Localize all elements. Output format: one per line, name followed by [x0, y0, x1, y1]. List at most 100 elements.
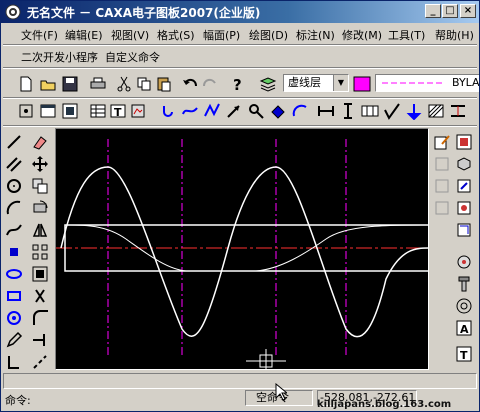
menu-dimension[interactable]: 标注(N) [296, 27, 335, 43]
datum-icon[interactable] [405, 102, 423, 120]
polygon-tool-icon[interactable] [5, 309, 23, 327]
view-tool-icon[interactable]: A [455, 319, 473, 337]
svg-text:?: ? [233, 76, 242, 93]
caxa-app-icon [5, 4, 21, 20]
bolt-icon[interactable] [455, 275, 473, 293]
save-icon[interactable] [61, 75, 79, 93]
arc-tool-icon[interactable] [5, 199, 23, 217]
menu-draw[interactable]: 绘图(D) [249, 27, 288, 43]
new-file-icon[interactable] [17, 75, 35, 93]
command-line-input[interactable] [3, 373, 477, 389]
menu-sheet[interactable]: 幅面(P) [203, 27, 240, 43]
menu-tools[interactable]: 工具(T) [388, 27, 425, 43]
menu-file[interactable]: 文件(F) [21, 27, 58, 43]
title-bar[interactable]: 无名文件 － CAXA电子图板2007(企业版) _ □ × [1, 1, 479, 23]
watermark-text: killjapans.blog.163.com [317, 399, 452, 410]
zigzag-icon[interactable] [203, 102, 221, 120]
help-icon[interactable]: ? [229, 75, 247, 93]
layer-combo-value: 虚线层 [288, 76, 321, 89]
copy-icon[interactable] [135, 75, 153, 93]
menu-secondary-dev[interactable]: 二次开发小程序 [21, 49, 98, 65]
pencil-tool-icon[interactable] [5, 331, 23, 349]
color-swatch-icon[interactable] [353, 75, 371, 93]
snap-icon[interactable] [17, 102, 35, 120]
linetype-preview-icon [382, 82, 442, 84]
extend-tool-icon[interactable] [31, 331, 49, 349]
vertical-dimension-icon[interactable] [339, 102, 357, 120]
menu-help[interactable]: 帮助(H) [435, 27, 474, 43]
scale-tool-icon[interactable] [31, 265, 49, 283]
explode-icon[interactable] [455, 221, 473, 239]
redo-icon[interactable] [201, 75, 219, 93]
fillet-tool-icon[interactable] [31, 309, 49, 327]
close-button[interactable]: × [460, 4, 476, 18]
svg-text:T: T [460, 349, 468, 362]
table-icon[interactable] [89, 102, 107, 120]
cut-icon[interactable] [115, 75, 133, 93]
frame-icon[interactable] [61, 102, 79, 120]
toolbar2-separator [3, 125, 477, 127]
menu-view[interactable]: 视图(V) [111, 27, 149, 43]
trim-tool-icon[interactable] [31, 287, 49, 305]
window-title: 无名文件 － CAXA电子图板2007(企业版) [27, 6, 261, 20]
maximize-button[interactable]: □ [442, 4, 458, 18]
feature-control-icon[interactable] [361, 102, 379, 120]
text-icon[interactable]: T [109, 102, 127, 120]
mouse-pointer-icon [275, 383, 287, 401]
dimension-icon[interactable] [317, 102, 335, 120]
disabled-tool-3-icon [433, 199, 451, 217]
menu-edit[interactable]: 编辑(E) [65, 27, 103, 43]
print-icon[interactable] [89, 75, 107, 93]
magnify-icon[interactable] [247, 102, 265, 120]
text-tool-icon[interactable]: T [455, 345, 473, 363]
edit-icon[interactable] [433, 133, 451, 151]
surface-roughness-icon[interactable] [383, 102, 401, 120]
hook-icon[interactable] [159, 102, 177, 120]
linetype-combo[interactable]: BYLAY [375, 74, 479, 92]
library-icon[interactable] [455, 133, 473, 151]
chevron-down-icon[interactable]: ▼ [333, 75, 348, 91]
layer-combo[interactable]: 虚线层 ▼ [283, 74, 349, 92]
open-folder-icon[interactable] [39, 75, 57, 93]
window-frame-icon[interactable] [39, 102, 57, 120]
rotate-tool-icon[interactable] [31, 199, 49, 217]
ellipse-tool-icon[interactable] [5, 265, 23, 283]
mirror-tool-icon[interactable] [31, 221, 49, 239]
curve-tool-icon[interactable] [181, 102, 199, 120]
disabled-tool-2-icon [433, 177, 451, 195]
part-library-icon[interactable] [455, 253, 473, 271]
break-tool-icon[interactable] [31, 353, 49, 371]
drawing-canvas[interactable] [55, 128, 429, 370]
insert-block-icon[interactable] [455, 177, 473, 195]
arc-icon[interactable] [291, 102, 309, 120]
secondary-menu-bar: 二次开发小程序 自定义命令 [1, 47, 479, 65]
command-prompt-label: 命令: [5, 394, 31, 407]
layer-icon[interactable] [259, 75, 277, 93]
menu-format[interactable]: 格式(S) [157, 27, 195, 43]
paste-icon[interactable] [155, 75, 173, 93]
undo-icon[interactable] [181, 75, 199, 93]
parallel-line-icon[interactable] [5, 155, 23, 173]
attribute-icon[interactable] [455, 199, 473, 217]
svg-text:T: T [114, 106, 122, 119]
spline-tool-icon[interactable] [5, 221, 23, 239]
bearing-icon[interactable] [455, 297, 473, 315]
array-tool-icon[interactable] [31, 243, 49, 261]
move-tool-icon[interactable] [31, 155, 49, 173]
circle-tool-icon[interactable] [5, 177, 23, 195]
line-tool-icon[interactable] [5, 133, 23, 151]
arrow-line-icon[interactable] [225, 102, 243, 120]
centerline-tool-icon[interactable] [5, 353, 23, 371]
erase-tool-icon[interactable] [31, 133, 49, 151]
rectangle-tool-icon[interactable] [5, 287, 23, 305]
minimize-button[interactable]: _ [425, 4, 441, 18]
menu-custom-command[interactable]: 自定义命令 [105, 49, 160, 65]
fill-icon[interactable] [269, 102, 287, 120]
block-icon[interactable] [455, 155, 473, 173]
copy-tool-icon[interactable] [31, 177, 49, 195]
menu-modify[interactable]: 修改(M) [342, 27, 382, 43]
object-icon[interactable] [129, 102, 147, 120]
point-tool-icon[interactable] [5, 243, 23, 261]
hatch-icon[interactable] [427, 102, 445, 120]
section-icon[interactable] [449, 102, 467, 120]
